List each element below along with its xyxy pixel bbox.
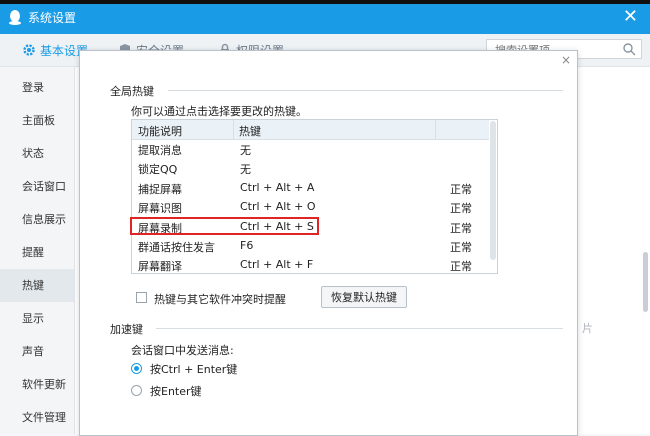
column-header-function: 功能说明 (138, 125, 182, 138)
row-hotkey: Ctrl + Alt + F (240, 258, 314, 271)
window-title: 系统设置 (28, 11, 77, 25)
sidebar-item-chat-window[interactable]: 会话窗口 (0, 170, 74, 203)
sidebar-item-login[interactable]: 登录 (0, 71, 74, 104)
window-close-button[interactable]: ✕ (623, 6, 638, 27)
enter-label: 按Enter键 (150, 385, 202, 398)
row-function: 捕捉屏幕 (138, 183, 182, 196)
enter-radio[interactable] (131, 385, 142, 396)
row-status: 正常 (450, 222, 472, 235)
row-status: 正常 (450, 183, 472, 196)
table-row[interactable]: 提取消息 无 (132, 139, 489, 158)
sidebar-item-reminder[interactable]: 提醒 (0, 236, 74, 269)
table-scrollbar[interactable] (490, 121, 496, 260)
column-header-hotkey: 热键 (239, 125, 261, 138)
title-bar: 系统设置 ✕ (0, 0, 650, 34)
row-hotkey: 无 (240, 163, 251, 176)
row-hotkey: 无 (240, 144, 251, 157)
column-divider (233, 120, 234, 139)
ctrl-enter-label: 按Ctrl + Enter键 (150, 363, 238, 376)
background-text: 片 (582, 322, 593, 335)
sidebar-item-hotkeys[interactable]: 热键 (0, 269, 74, 302)
dialog-close-button[interactable]: × (561, 53, 571, 67)
table-row[interactable]: 群通话按住发言 F6 正常 (132, 236, 489, 255)
settings-sidebar: 登录 主面板 状态 会话窗口 信息展示 提醒 热键 显示 声音 软件更新 文件管… (0, 67, 75, 434)
row-status: 正常 (450, 202, 472, 215)
row-function: 锁定QQ (138, 163, 178, 176)
hotkey-table: 功能说明 热键 提取消息 无 锁定QQ 无 捕捉屏幕 Ctrl + Alt + … (131, 119, 498, 274)
restore-default-hotkeys-button[interactable]: 恢复默认热键 (321, 286, 407, 308)
section-divider (156, 328, 563, 329)
section-divider (168, 90, 563, 91)
top-strip (0, 0, 650, 4)
row-function: 群通话按住发言 (138, 241, 215, 254)
table-row[interactable]: 捕捉屏幕 Ctrl + Alt + A 正常 (132, 178, 489, 197)
sidebar-item-status[interactable]: 状态 (0, 137, 74, 170)
row-status: 正常 (450, 241, 472, 254)
gear-icon (23, 44, 35, 56)
table-row[interactable]: 屏幕识图 Ctrl + Alt + O 正常 (132, 197, 489, 216)
qq-logo-icon (9, 10, 21, 25)
row-status: 正常 (450, 260, 472, 273)
hotkey-description: 你可以通过点击选择要更改的热键。 (131, 105, 307, 118)
global-hotkeys-title: 全局热键 (110, 85, 154, 98)
row-hotkey: Ctrl + Alt + O (240, 200, 316, 213)
sidebar-item-main-panel[interactable]: 主面板 (0, 104, 74, 137)
table-row[interactable]: 锁定QQ 无 (132, 158, 489, 177)
row-function: 屏幕识图 (138, 202, 182, 215)
row-function: 屏幕翻译 (138, 260, 182, 273)
content-scrollbar[interactable] (643, 252, 648, 312)
sidebar-item-sound[interactable]: 声音 (0, 335, 74, 368)
row-hotkey: Ctrl + Alt + A (240, 181, 315, 194)
highlight-box (130, 217, 319, 235)
table-row[interactable]: 屏幕翻译 Ctrl + Alt + F 正常 (132, 255, 489, 273)
hotkey-dialog: × 全局热键 你可以通过点击选择要更改的热键。 功能说明 热键 提取消息 无 锁… (79, 50, 578, 436)
row-hotkey: F6 (240, 239, 254, 252)
table-header: 功能说明 热键 (132, 120, 489, 140)
sidebar-item-display[interactable]: 显示 (0, 302, 74, 335)
accelerator-keys-title: 加速键 (110, 323, 143, 336)
sidebar-item-info-display[interactable]: 信息展示 (0, 203, 74, 236)
search-icon[interactable] (622, 42, 636, 56)
column-divider (435, 120, 436, 139)
conflict-alert-label: 热键与其它软件冲突时提醒 (154, 293, 286, 306)
conflict-alert-checkbox[interactable] (136, 292, 147, 303)
send-message-label: 会话窗口中发送消息: (131, 344, 234, 357)
sidebar-item-file-management[interactable]: 文件管理 (0, 401, 74, 434)
ctrl-enter-radio[interactable] (131, 363, 142, 374)
row-function: 提取消息 (138, 144, 182, 157)
sidebar-item-software-update[interactable]: 软件更新 (0, 368, 74, 401)
